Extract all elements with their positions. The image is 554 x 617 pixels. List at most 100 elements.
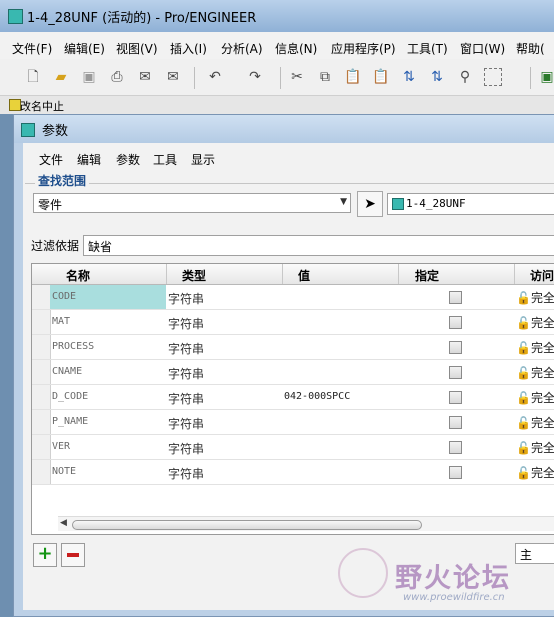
param-name[interactable]: P_NAME: [52, 416, 88, 427]
table-row[interactable]: VER 字符串 🔓完全: [32, 435, 554, 460]
selection-box-icon[interactable]: [484, 68, 502, 86]
param-name[interactable]: D_CODE: [52, 391, 88, 402]
dialog-menu-tools[interactable]: 工具: [153, 151, 177, 168]
access-cell[interactable]: 🔓完全: [516, 339, 554, 356]
horizontal-scrollbar[interactable]: ◀: [58, 516, 554, 531]
table-row[interactable]: D_CODE 字符串 042-000SPCC 🔓完全: [32, 385, 554, 410]
row-header[interactable]: [32, 410, 51, 434]
send-mail-icon[interactable]: ✉: [136, 68, 154, 86]
param-name[interactable]: VER: [52, 441, 70, 452]
column-header-name[interactable]: 名称: [66, 267, 90, 284]
copy-icon[interactable]: ⧉: [316, 68, 334, 86]
column-divider[interactable]: [514, 264, 515, 284]
table-row[interactable]: CNAME 字符串 🔓完全: [32, 360, 554, 385]
designate-checkbox[interactable]: [449, 291, 462, 304]
designate-checkbox[interactable]: [449, 416, 462, 429]
scope-select[interactable]: 零件 ▼: [33, 193, 351, 213]
designate-checkbox[interactable]: [449, 341, 462, 354]
menu-info[interactable]: 信息(N): [275, 40, 317, 57]
designate-checkbox[interactable]: [449, 316, 462, 329]
menu-analysis[interactable]: 分析(A): [221, 40, 263, 57]
delete-parameter-button[interactable]: [61, 543, 85, 567]
row-header[interactable]: [32, 435, 51, 459]
table-row[interactable]: P_NAME 字符串 🔓完全: [32, 410, 554, 435]
param-name[interactable]: CNAME: [52, 366, 82, 377]
designate-checkbox[interactable]: [449, 366, 462, 379]
table-row[interactable]: MAT 字符串 🔓完全: [32, 310, 554, 335]
column-divider[interactable]: [398, 264, 399, 284]
paste-special-icon[interactable]: 📋: [372, 68, 390, 86]
row-header[interactable]: [32, 360, 51, 384]
menu-tools[interactable]: 工具(T): [407, 40, 448, 57]
model-field[interactable]: 1-4_28UNF: [387, 193, 554, 215]
dialog-menu-display[interactable]: 显示: [191, 151, 215, 168]
designate-checkbox[interactable]: [449, 441, 462, 454]
column-divider[interactable]: [166, 264, 167, 284]
dialog-menu-parameter[interactable]: 参数: [116, 151, 140, 168]
column-header-type[interactable]: 类型: [182, 267, 206, 284]
add-parameter-button[interactable]: +: [33, 543, 57, 567]
menu-applications[interactable]: 应用程序(P): [331, 40, 396, 57]
access-cell[interactable]: 🔓完全: [516, 364, 554, 381]
cut-icon[interactable]: ✂: [288, 68, 306, 86]
regenerate-manager-icon[interactable]: ⇅: [428, 68, 446, 86]
regenerate-icon[interactable]: ⇅: [400, 68, 418, 86]
param-name[interactable]: MAT: [52, 316, 70, 327]
save-icon[interactable]: ▣: [80, 68, 98, 86]
print-icon[interactable]: ⎙: [108, 68, 126, 86]
param-value[interactable]: 042-000SPCC: [284, 391, 350, 402]
row-header[interactable]: [32, 335, 51, 359]
param-name[interactable]: NOTE: [52, 466, 76, 477]
select-model-button[interactable]: ➤: [357, 191, 383, 217]
open-folder-icon[interactable]: ▰: [52, 68, 70, 86]
send-link-icon[interactable]: ✉: [164, 68, 182, 86]
param-type[interactable]: 字符串: [168, 440, 204, 457]
new-file-icon[interactable]: 🗋: [24, 68, 42, 86]
param-type[interactable]: 字符串: [168, 365, 204, 382]
row-header[interactable]: [32, 385, 51, 409]
access-cell[interactable]: 🔓完全: [516, 389, 554, 406]
undo-icon[interactable]: ↶: [206, 68, 224, 86]
column-divider[interactable]: [282, 264, 283, 284]
row-header[interactable]: [32, 310, 51, 334]
paste-icon[interactable]: 📋: [344, 68, 362, 86]
param-name[interactable]: CODE: [52, 291, 76, 302]
access-cell[interactable]: 🔓完全: [516, 464, 554, 481]
param-type[interactable]: 字符串: [168, 465, 204, 482]
column-header-value[interactable]: 值: [298, 267, 310, 284]
param-type[interactable]: 字符串: [168, 340, 204, 357]
param-type[interactable]: 字符串: [168, 415, 204, 432]
row-header[interactable]: [32, 460, 51, 484]
param-type[interactable]: 字符串: [168, 290, 204, 307]
dialog-menu-file[interactable]: 文件: [39, 151, 63, 168]
access-cell[interactable]: 🔓完全: [516, 414, 554, 431]
main-field[interactable]: 主: [515, 543, 554, 564]
redo-icon[interactable]: ↷: [246, 68, 264, 86]
menu-file[interactable]: 文件(F): [12, 40, 52, 57]
filter-field[interactable]: 缺省: [83, 235, 554, 256]
access-cell[interactable]: 🔓完全: [516, 439, 554, 456]
menu-window[interactable]: 窗口(W): [460, 40, 505, 57]
scrollbar-thumb[interactable]: [72, 520, 422, 530]
table-row[interactable]: CODE 字符串 🔓完全: [32, 285, 554, 310]
param-type[interactable]: 字符串: [168, 390, 204, 407]
param-name[interactable]: PROCESS: [52, 341, 94, 352]
menu-edit[interactable]: 编辑(E): [64, 40, 105, 57]
menu-help[interactable]: 帮助(: [516, 40, 545, 57]
access-cell[interactable]: 🔓完全: [516, 314, 554, 331]
find-icon[interactable]: ⚲: [456, 68, 474, 86]
param-type[interactable]: 字符串: [168, 315, 204, 332]
column-header-designate[interactable]: 指定: [415, 267, 439, 284]
column-header-access[interactable]: 访问: [530, 267, 554, 284]
access-cell[interactable]: 🔓完全: [516, 289, 554, 306]
menu-view[interactable]: 视图(V): [116, 40, 158, 57]
dialog-menu-edit[interactable]: 编辑: [77, 151, 101, 168]
table-row[interactable]: NOTE 字符串 🔓完全: [32, 460, 554, 485]
row-header[interactable]: [32, 285, 51, 309]
scroll-left-icon[interactable]: ◀: [60, 518, 67, 528]
designate-checkbox[interactable]: [449, 391, 462, 404]
designate-checkbox[interactable]: [449, 466, 462, 479]
table-row[interactable]: PROCESS 字符串 🔓完全: [32, 335, 554, 360]
menu-insert[interactable]: 插入(I): [170, 40, 207, 57]
window-icon[interactable]: ▣: [538, 68, 554, 86]
